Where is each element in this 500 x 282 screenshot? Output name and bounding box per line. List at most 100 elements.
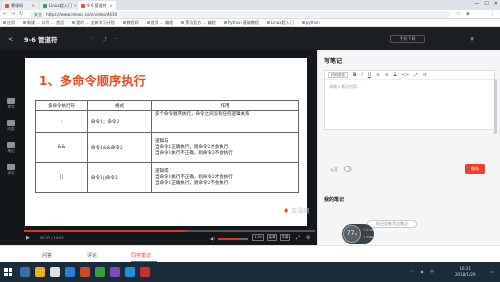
phone-download-button[interactable]: 手机下载 [390,35,425,43]
public-toggle[interactable] [344,166,352,172]
minimize-icon[interactable]: — [474,1,479,7]
favicon-icon [43,3,47,8]
column-header: 作用 [151,100,299,111]
app-icon[interactable] [110,267,120,277]
subtitle-button[interactable]: 字幕 [280,234,290,241]
volume-tray-icon[interactable]: ◀ [420,269,423,274]
network-tray-icon[interactable]: ◠ [410,269,414,274]
forward-arrow-icon[interactable]: → [11,11,15,17]
tab-qa[interactable]: 问答 [42,252,52,259]
bookmark-icon [122,21,126,24]
star-icon[interactable]: ☆ [456,11,460,17]
start-icon[interactable] [4,268,12,276]
secure-label: 安全 [34,12,42,17]
unordered-list-icon[interactable]: ≡ [385,73,389,78]
back-icon[interactable]: < [8,36,13,43]
close-icon[interactable]: ✕ [74,3,76,8]
app-icon[interactable] [125,267,135,277]
file-explorer-icon[interactable] [35,267,45,277]
lecture-slide: 1、多命令顺序执行 多命令执行符 格式 作用 ; 命令1；命令2 多个命令顺序执… [25,58,307,226]
browser-tab-active[interactable]: 9-6 管道符 ✕ [78,1,116,10]
bookmark-item[interactable]: 应用 [3,20,15,26]
share-icon[interactable]: ⤴ [102,36,107,43]
scrollbar[interactable] [494,79,497,134]
volume-icon[interactable]: ◀) [210,236,215,241]
code-language-select[interactable]: 代码语言 [328,72,348,78]
bookmark-item[interactable]: python [301,20,320,25]
browser-tab[interactable]: 慕课网 ✕ [2,1,38,10]
browser-tab[interactable]: Linux超入门 ✕ [40,1,76,10]
windows-taskbar: ◠ ◀ 中 16:21 2018/1/29 ▭ [0,262,500,282]
search-icon[interactable] [20,267,30,277]
upload-speed: ↑ 0.1k/s [363,228,376,232]
bookmark-item[interactable]: 教程网 [122,20,139,26]
notification-icon[interactable]: ▭ [490,269,494,274]
bold-icon[interactable]: B [353,73,356,78]
close-icon[interactable]: ✕ [110,3,113,8]
bookmark-item[interactable]: 我的 … 全新学习计划 [72,20,115,26]
progress-bar[interactable] [24,230,315,232]
bookmark-icon [266,21,270,24]
progress-fill [24,230,187,232]
powerpoint-icon[interactable] [80,267,90,277]
menu-icon[interactable]: ⋮ [490,11,495,17]
back-arrow-icon[interactable]: ← [3,11,7,17]
language-tray-icon[interactable]: 中 [430,269,434,275]
settings-icon[interactable]: ⚙ [306,235,310,241]
app-icon[interactable] [95,267,105,277]
sidebar-item-notes[interactable]: 笔记 [3,142,19,154]
app-icon[interactable] [140,267,150,277]
bottom-tabs: 问答 评论 同学笔记 [0,245,500,263]
close-window-icon[interactable]: ✕ [494,1,498,7]
bookmark-item[interactable]: Python 基础教程 [223,20,259,26]
notes-panel: 写笔记 代码语言 B I U ≡ ≡ S <> ⤢ ↺ 请输入笔记内容... 公… [317,50,500,245]
favicon-icon [81,3,85,8]
expand-icon[interactable]: ⤢ [414,72,418,78]
speed-button[interactable]: 1.0x [252,234,264,241]
tab-comments[interactable]: 评论 [87,252,97,259]
heart-icon[interactable]: ♡ [90,36,94,42]
underline-icon[interactable]: U [368,73,371,78]
code-icon[interactable]: <> [401,73,409,78]
italic-icon[interactable]: I [361,73,362,78]
bookmark-item[interactable]: 黑马官方 … 编程 [181,20,216,26]
format-cell: 命令1||命令2 [87,162,152,193]
reload-icon[interactable]: ↻ [19,11,23,17]
sidebar-item-qa[interactable]: 问答 [3,120,19,132]
play-icon[interactable]: ▶ [26,235,30,241]
close-icon[interactable]: ✕ [32,3,35,8]
editor-toolbar: 代码语言 B I U ≡ ≡ S <> ⤢ ↺ [325,71,494,80]
chrome-icon[interactable] [50,267,60,277]
strikethrough-icon[interactable]: S [394,73,397,78]
bookmark-item[interactable]: 首页 … 编程 [146,20,173,26]
note-editor[interactable]: 代码语言 B I U ≡ ≡ S <> ⤢ ↺ 请输入笔记内容... [324,70,495,130]
quality-button[interactable]: 高清 [267,234,277,241]
maximize-icon[interactable]: ☐ [484,1,488,7]
url-field[interactable]: 安全 https://www.imooc.com/video/4630 [30,11,450,18]
save-button[interactable]: 保存 [465,164,485,174]
format-cell: 命令1&&命令2 [87,132,152,163]
effect-cell: 多个命令顺序执行，命令之间没有任何逻辑关系 [151,110,299,133]
sidebar-item-chapters[interactable]: 章节 [3,98,19,110]
bookmarks-bar: 应用 新课 … 口号 … 首页 我的 … 全新学习计划 教程网 首页 … 编程 … [0,19,500,27]
undo-icon[interactable]: ↺ [423,73,427,78]
network-speed-badge[interactable]: 77% ↑ 0.1k/s ↓ 0.8k/s [342,224,376,244]
notes-heading: 写笔记 [324,58,343,65]
bookmark-item[interactable]: Linux超入门 [266,20,294,26]
system-clock[interactable]: 16:21 2018/1/29 [455,266,476,278]
tab-classmate-notes[interactable]: 同学笔记 [131,252,151,259]
volume-slider[interactable] [218,238,248,240]
more-icon[interactable]: ⋯ [114,36,119,42]
sidebar-item-comments[interactable]: 评论 [3,164,19,176]
my-notes-heading: 我的笔记 [324,197,345,203]
word-icon[interactable] [65,267,75,277]
user-icon[interactable]: ◉ [470,36,474,42]
ordered-list-icon[interactable]: ≡ [376,73,380,78]
bookmark-item[interactable]: 新课 … 口号 … 首页 [23,20,64,26]
watermark: ♦ 慕课网 [283,206,310,216]
fullscreen-icon[interactable]: ⤢ [296,235,300,241]
comment-icon [7,164,15,170]
list-icon [7,98,15,104]
extension-icon[interactable]: ◈ [466,11,470,17]
address-bar: ← → ↻ 安全 https://www.imooc.com/video/463… [0,10,500,19]
